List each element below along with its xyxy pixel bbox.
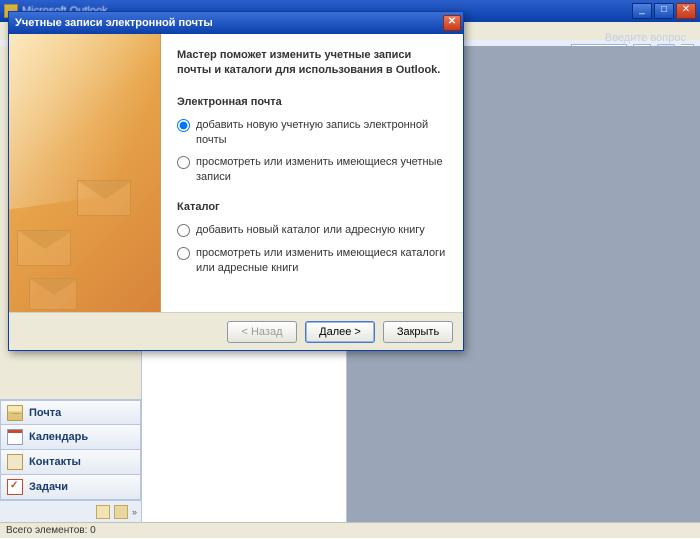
next-button[interactable]: Далее > [305,321,375,343]
dialog-titlebar: Учетные записи электронной почты ✕ [9,12,463,34]
radio-row-add-catalog[interactable]: добавить новый каталог или адресную книг… [177,223,447,238]
app-window: Microsoft Outlook _ □ ✕ Введите вопрос К… [0,0,700,538]
nav-item-label: Задачи [29,481,68,493]
nav-items: Почта Календарь Контакты Задачи [0,400,141,500]
statusbar: Всего элементов: 0 [0,522,700,538]
envelope-icon [17,230,71,266]
back-button: < Назад [227,321,297,343]
radio-view-email[interactable] [177,156,190,169]
close-dialog-button[interactable]: Закрыть [383,321,453,343]
dialog-close-button[interactable]: ✕ [443,15,461,31]
radio-label: добавить новую учетную запись электронно… [196,118,447,148]
calendar-icon [7,429,23,445]
email-accounts-dialog: Учетные записи электронной почты ✕ Масте… [8,11,464,351]
folder-icon[interactable] [96,505,110,519]
status-text: Всего элементов: 0 [6,525,96,536]
dialog-intro: Мастер поможет изменить учетные записи п… [177,48,447,78]
close-button[interactable]: ✕ [676,3,696,19]
nav-item-tasks[interactable]: Задачи [0,475,141,500]
maximize-button[interactable]: □ [654,3,674,19]
nav-item-label: Календарь [29,431,88,443]
radio-row-add-email[interactable]: добавить новую учетную запись электронно… [177,118,447,148]
envelope-icon [29,278,77,310]
help-question-box[interactable]: Введите вопрос [605,32,686,44]
radio-add-email[interactable] [177,119,190,132]
dialog-title: Учетные записи электронной почты [15,17,443,29]
radio-row-view-catalog[interactable]: просмотреть или изменить имеющиеся катал… [177,246,447,276]
nav-item-contacts[interactable]: Контакты [0,450,141,475]
radio-label: просмотреть или изменить имеющиеся катал… [196,246,447,276]
envelope-icon [77,180,131,216]
contacts-icon [7,454,23,470]
nav-chevron[interactable]: » [132,507,137,517]
shortcut-icon[interactable] [114,505,128,519]
nav-footer: » [0,500,141,522]
nav-item-calendar[interactable]: Календарь [0,425,141,450]
dialog-content: Мастер поможет изменить учетные записи п… [161,34,463,312]
tasks-icon [7,479,23,495]
dialog-body: Мастер поможет изменить учетные записи п… [9,34,463,312]
nav-item-label: Контакты [29,456,81,468]
radio-view-catalog[interactable] [177,247,190,260]
nav-item-label: Почта [29,407,61,419]
dialog-graphic [9,34,161,312]
radio-row-view-email[interactable]: просмотреть или изменить имеющиеся учетн… [177,155,447,185]
dialog-footer: < Назад Далее > Закрыть [9,312,463,350]
radio-label: просмотреть или изменить имеющиеся учетн… [196,155,447,185]
minimize-button[interactable]: _ [632,3,652,19]
section-email-heading: Электронная почта [177,96,447,108]
nav-item-mail[interactable]: Почта [0,400,141,425]
radio-label: добавить новый каталог или адресную книг… [196,223,425,238]
radio-add-catalog[interactable] [177,224,190,237]
section-catalog-heading: Каталог [177,201,447,213]
mail-icon [7,405,23,421]
